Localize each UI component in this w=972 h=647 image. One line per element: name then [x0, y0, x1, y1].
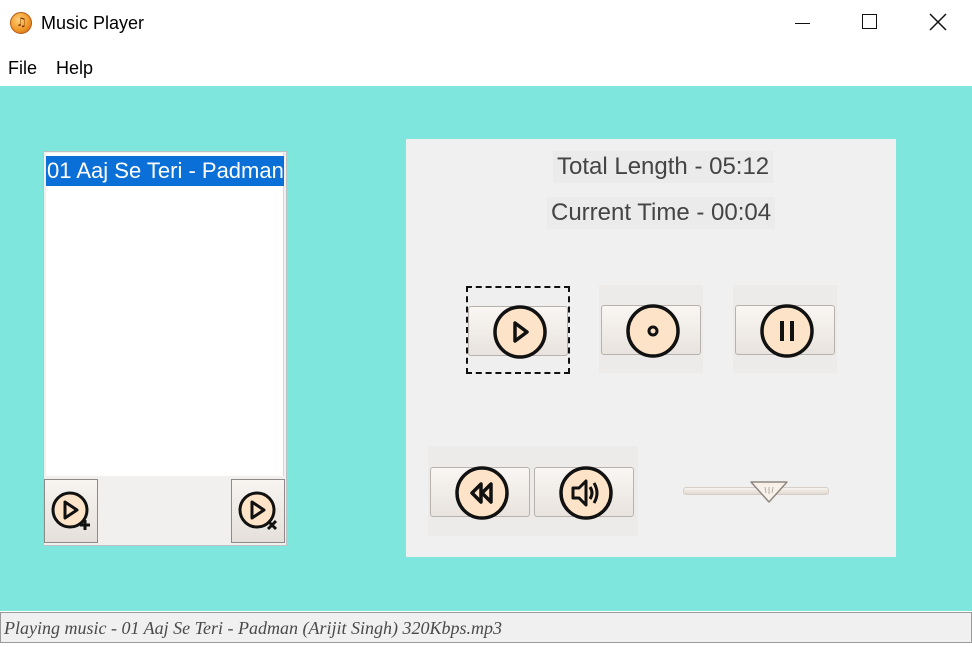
- playlist-listbox[interactable]: 01 Aaj Se Teri - Padman: [46, 153, 284, 476]
- stop-button[interactable]: [601, 304, 701, 358]
- close-icon: [929, 13, 947, 31]
- playlist-item-selected[interactable]: 01 Aaj Se Teri - Padman: [46, 156, 284, 186]
- play-icon: [493, 305, 547, 359]
- volume-slider-thumb[interactable]: [749, 480, 789, 504]
- pause-button-cell: [733, 285, 837, 373]
- current-time-label: Current Time - 00:04: [547, 197, 776, 229]
- menu-file[interactable]: File: [8, 58, 37, 79]
- volume-slider[interactable]: [681, 476, 831, 506]
- add-to-playlist-icon: [51, 491, 90, 530]
- add-song-button[interactable]: [44, 479, 98, 543]
- stop-button-cell: [599, 285, 703, 373]
- remove-from-playlist-icon: [238, 491, 278, 531]
- rewind-icon: [455, 466, 509, 520]
- delete-song-button[interactable]: [231, 479, 285, 543]
- music-player-window: Music Player File Help 01 Aaj Se Teri - …: [0, 0, 972, 647]
- status-text: Playing music - 01 Aaj Se Teri - Padman …: [4, 618, 502, 638]
- secondary-controls: [428, 446, 638, 536]
- maximize-icon: [862, 14, 877, 29]
- close-button[interactable]: [904, 0, 970, 46]
- pause-icon: [760, 304, 814, 358]
- title-bar: Music Player: [0, 0, 972, 50]
- rewind-button[interactable]: [430, 466, 530, 520]
- total-length-label: Total Length - 05:12: [553, 151, 774, 183]
- menu-bar: File Help: [0, 52, 972, 86]
- pause-button[interactable]: [735, 304, 835, 358]
- window-title: Music Player: [41, 13, 145, 33]
- speaker-icon: [559, 466, 613, 520]
- minimize-icon: [795, 23, 810, 24]
- play-button[interactable]: [468, 305, 568, 359]
- volume-button[interactable]: [534, 466, 634, 520]
- play-button-cell: [466, 286, 570, 374]
- music-note-app-icon: [10, 12, 32, 34]
- main-area: 01 Aaj Se Teri - Padman Total Length - 0…: [0, 86, 972, 611]
- maximize-button[interactable]: [836, 0, 902, 46]
- status-bar: Playing music - 01 Aaj Se Teri - Padman …: [0, 612, 972, 643]
- stop-icon: [626, 304, 680, 358]
- control-panel: Total Length - 05:12 Current Time - 00:0…: [406, 139, 896, 557]
- minimize-button[interactable]: [770, 0, 836, 46]
- menu-help[interactable]: Help: [56, 58, 93, 79]
- playlist-panel: 01 Aaj Se Teri - Padman: [43, 151, 287, 546]
